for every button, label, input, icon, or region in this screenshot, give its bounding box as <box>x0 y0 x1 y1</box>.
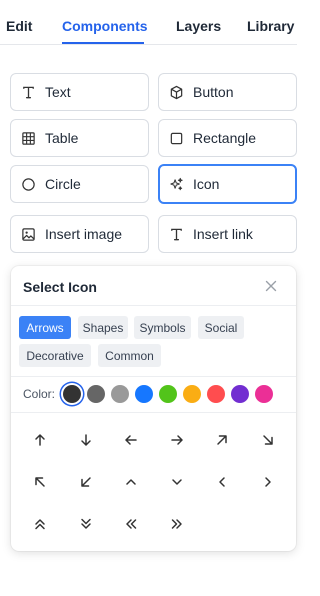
color-swatch[interactable] <box>111 385 129 403</box>
divider <box>11 412 296 413</box>
color-swatch[interactable] <box>183 385 201 403</box>
category-arrows[interactable]: Arrows <box>19 316 71 339</box>
icon-option[interactable] <box>253 467 283 497</box>
chevrons-up-icon <box>35 519 45 530</box>
top-tab-bar: Edit Components Layers Library <box>0 0 297 45</box>
arrow-down-right-icon <box>262 435 273 445</box>
chevrons-down-icon <box>80 518 91 529</box>
text-icon <box>171 228 182 240</box>
color-swatch[interactable] <box>159 385 177 403</box>
category-symbols[interactable]: Symbols <box>134 316 191 339</box>
square-icon <box>170 132 183 144</box>
arrow-down-icon <box>80 434 91 446</box>
icon-option[interactable] <box>116 467 146 497</box>
chevrons-left-icon <box>126 519 137 529</box>
component-label: Rectangle <box>193 130 257 146</box>
icon-option[interactable] <box>162 425 192 455</box>
tab-edit[interactable]: Edit <box>6 18 32 34</box>
component-label: Button <box>193 84 234 100</box>
color-swatch[interactable] <box>87 385 105 403</box>
table-icon <box>22 131 35 145</box>
color-swatch[interactable] <box>135 385 153 403</box>
color-swatch[interactable] <box>63 385 81 403</box>
icon-option[interactable] <box>71 509 101 539</box>
circle-icon <box>22 177 35 191</box>
icon-option[interactable] <box>162 467 192 497</box>
arrow-up-left-icon <box>35 477 45 487</box>
icon-option[interactable] <box>207 467 237 497</box>
circle-component-button[interactable]: Circle <box>10 165 149 203</box>
cube-icon <box>170 85 183 99</box>
panel-title: Select Icon <box>23 279 97 295</box>
arrow-left-icon <box>125 435 137 445</box>
arrow-up-icon <box>35 434 45 446</box>
component-label: Table <box>45 130 79 146</box>
component-label: Insert link <box>193 226 253 242</box>
tab-library[interactable]: Library <box>247 18 294 34</box>
text-component-button[interactable]: Text <box>10 73 149 111</box>
category-decorative[interactable]: Decorative <box>19 344 91 367</box>
icon-option[interactable] <box>71 425 101 455</box>
sparkles-icon <box>170 177 183 190</box>
button-component-button[interactable]: Button <box>158 73 297 111</box>
chevrons-right-icon <box>171 519 182 529</box>
insert-link-button[interactable]: Insert link <box>158 215 297 253</box>
divider <box>11 376 296 377</box>
icon-option[interactable] <box>71 467 101 497</box>
icon-option[interactable] <box>25 425 55 455</box>
active-tab-indicator <box>62 42 144 44</box>
rectangle-component-button[interactable]: Rectangle <box>158 119 297 157</box>
tab-layers[interactable]: Layers <box>176 18 221 34</box>
color-swatch[interactable] <box>207 385 225 403</box>
icon-option[interactable] <box>207 425 237 455</box>
chevron-down-icon <box>171 479 182 485</box>
component-label: Icon <box>193 176 220 192</box>
icon-option[interactable] <box>162 509 192 539</box>
select-icon-panel: Select Icon Arrows Shapes Symbols Social… <box>11 266 296 551</box>
arrow-up-right-icon <box>217 435 227 445</box>
chevron-left-icon <box>219 477 225 487</box>
category-common[interactable]: Common <box>98 344 161 367</box>
color-swatch[interactable] <box>231 385 249 403</box>
category-social[interactable]: Social <box>198 316 244 339</box>
arrow-right-icon <box>170 435 183 445</box>
component-label: Text <box>45 84 71 100</box>
component-label: Circle <box>45 176 81 192</box>
arrow-down-left-icon <box>80 477 91 487</box>
image-icon <box>22 227 35 241</box>
table-component-button[interactable]: Table <box>10 119 149 157</box>
category-shapes[interactable]: Shapes <box>78 316 128 339</box>
insert-image-button[interactable]: Insert image <box>10 215 149 253</box>
divider <box>11 305 296 306</box>
color-swatch[interactable] <box>255 385 273 403</box>
chevron-up-icon <box>126 479 136 485</box>
icon-option[interactable] <box>116 425 146 455</box>
component-label: Insert image <box>45 226 123 242</box>
color-label: Color: <box>23 387 56 401</box>
text-icon <box>23 86 34 98</box>
tab-components[interactable]: Components <box>62 18 148 34</box>
icon-option[interactable] <box>116 509 146 539</box>
icon-component-button[interactable]: Icon <box>158 164 297 204</box>
icon-option[interactable] <box>253 425 283 455</box>
icon-option[interactable] <box>25 509 55 539</box>
chevron-right-icon <box>264 477 271 487</box>
close-icon[interactable] <box>263 278 279 294</box>
icon-option[interactable] <box>25 467 55 497</box>
